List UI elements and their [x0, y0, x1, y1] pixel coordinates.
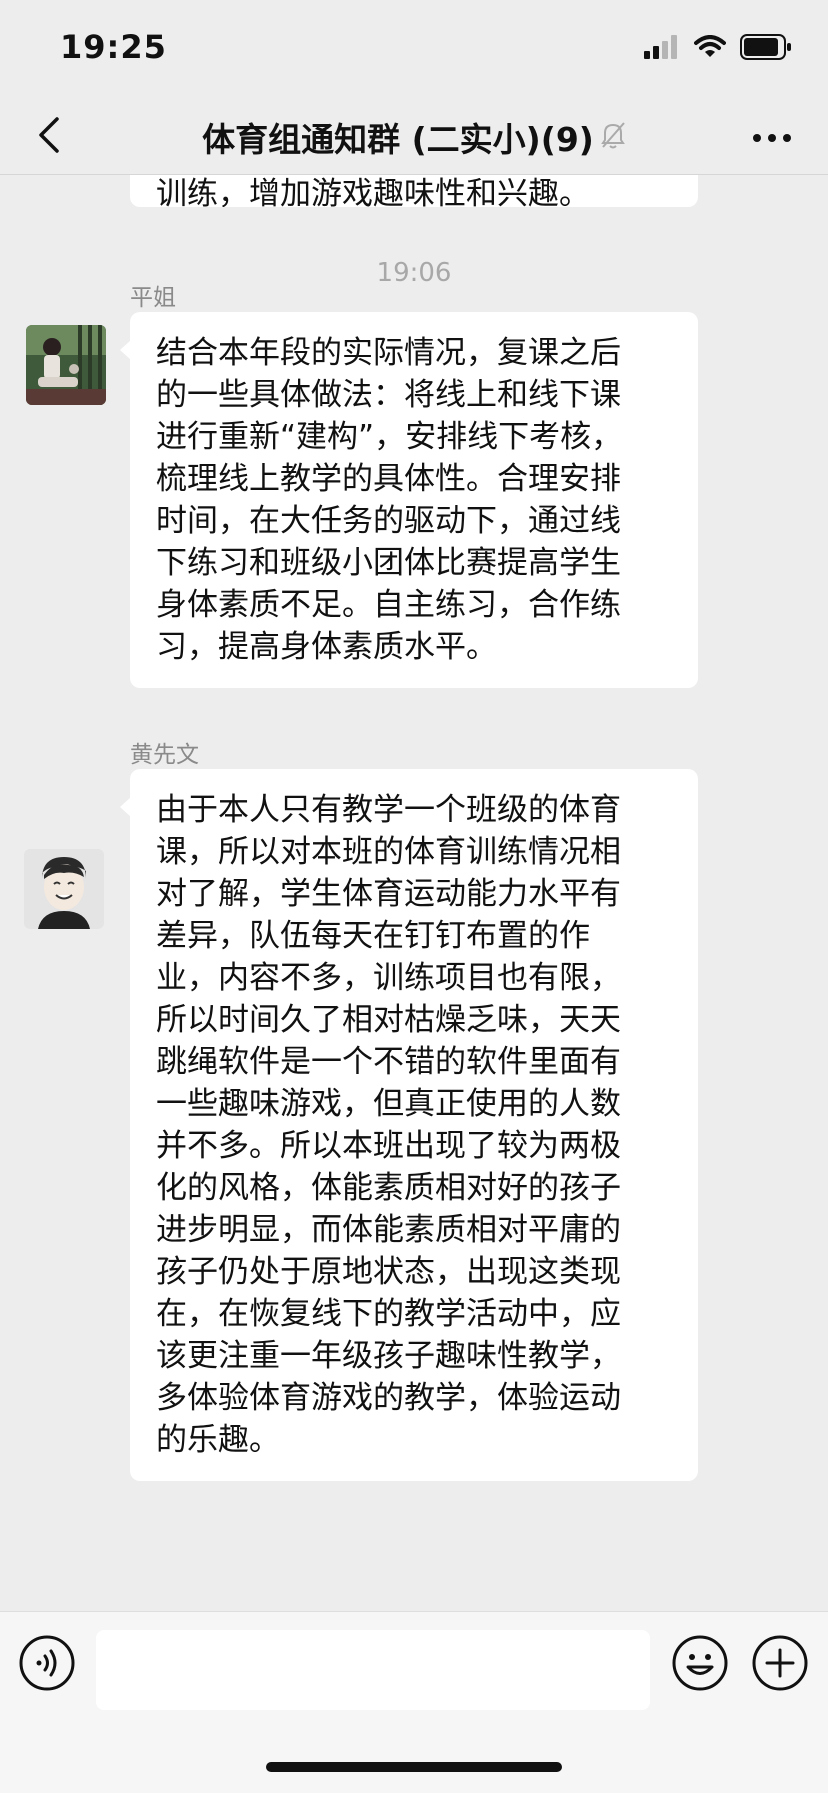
- voice-button[interactable]: [18, 1634, 76, 1692]
- voice-icon: [18, 1635, 76, 1696]
- status-time: 19:25: [60, 28, 167, 66]
- message-line: 进步明显，而体能素质相对平庸的: [156, 1212, 621, 1248]
- partial-message-bubble[interactable]: 训练，增加游戏趣味性和兴趣。: [130, 175, 698, 207]
- message-line: 化的风格，体能素质相对好的孩子: [156, 1170, 621, 1206]
- more-functions-button[interactable]: [751, 1634, 809, 1692]
- message-input[interactable]: [96, 1630, 650, 1710]
- message-line: 业，内容不多，训练项目也有限，: [156, 960, 621, 996]
- message-line: 梳理线上教学的具体性。合理安排: [156, 461, 621, 497]
- more-button[interactable]: [742, 112, 802, 162]
- page-title: 体育组通知群 (二实小)(9): [202, 120, 594, 159]
- home-indicator[interactable]: [266, 1762, 562, 1772]
- message-bubble[interactable]: 由于本人只有教学一个班级的体育 课，所以对本班的体育训练情况相 对了解，学生体育…: [120, 769, 698, 1481]
- avatar[interactable]: [26, 325, 106, 405]
- emoji-icon: [671, 1635, 729, 1696]
- message-line: 该更注重一年级孩子趣味性教学，: [156, 1338, 621, 1374]
- message-line: 并不多。所以本班出现了较为两极: [156, 1128, 621, 1164]
- more-horizontal-icon: [752, 128, 792, 147]
- message-line: 由于本人只有教学一个班级的体育: [156, 792, 621, 828]
- nav-bar: 体育组通知群 (二实小)(9): [0, 100, 828, 175]
- avatar[interactable]: [24, 849, 104, 929]
- back-button[interactable]: [24, 112, 74, 162]
- message-line: 在，在恢复线下的教学活动中，应: [156, 1296, 621, 1332]
- plus-circle-icon: [751, 1635, 809, 1696]
- message-line: 差异，队伍每天在钉钉布置的作: [156, 918, 590, 954]
- message-line: 孩子仍处于原地状态，出现这类现: [156, 1254, 621, 1290]
- partial-message-text: 训练，增加游戏趣味性和兴趣。: [156, 176, 590, 207]
- signal-icon: [644, 35, 680, 63]
- message-line: 跳绳软件是一个不错的软件里面有: [156, 1044, 621, 1080]
- message-line: 对了解，学生体育运动能力水平有: [156, 876, 621, 912]
- nav-title-wrap: 体育组通知群 (二实小)(9): [120, 100, 708, 174]
- message-line: 身体素质不足。自主练习，合作练: [156, 587, 621, 623]
- message-line: 一些趣味游戏，但真正使用的人数: [156, 1086, 621, 1122]
- message-line: 时间，在大任务的驱动下，通过线: [156, 503, 621, 539]
- emoji-button[interactable]: [671, 1634, 729, 1692]
- message-line: 进行重新“建构”，安排线下考核，: [156, 419, 623, 455]
- status-bar: 19:25: [0, 0, 828, 100]
- chevron-left-icon: [37, 115, 61, 159]
- message-line: 习，提高身体素质水平。: [156, 629, 497, 665]
- message-bubble[interactable]: 结合本年段的实际情况，复课之后 的一些具体做法：将线上和线下课 进行重新“建构”…: [120, 312, 698, 688]
- sender-name: 平姐: [130, 285, 176, 311]
- message-line: 下练习和班级小团体比赛提高学生: [156, 545, 621, 581]
- message-line: 多体验体育游戏的教学，体验运动: [156, 1380, 621, 1416]
- message-line: 结合本年段的实际情况，复课之后: [156, 335, 621, 371]
- status-icons: [644, 34, 792, 64]
- chat-area[interactable]: 训练，增加游戏趣味性和兴趣。 19:06 平姐 结合本年段的实际情况，复课之后 …: [0, 175, 828, 1611]
- message-line: 所以时间久了相对枯燥乏味，天天: [156, 1002, 621, 1038]
- message-line: 的乐趣。: [156, 1422, 280, 1458]
- wifi-icon: [694, 35, 726, 63]
- message-line: 课，所以对本班的体育训练情况相: [156, 834, 621, 870]
- sender-name: 黄先文: [130, 742, 199, 768]
- bell-slash-icon: [600, 120, 626, 154]
- message-line: 的一些具体做法：将线上和线下课: [156, 377, 621, 413]
- battery-icon: [740, 34, 792, 64]
- timestamp: 19:06: [376, 258, 452, 288]
